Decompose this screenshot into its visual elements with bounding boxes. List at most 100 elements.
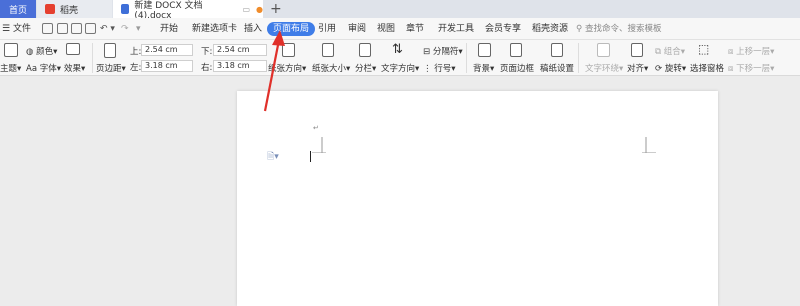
menu-chapter[interactable]: 章节	[406, 18, 424, 40]
theme-button[interactable]: 主题▾	[0, 62, 21, 74]
paragraph-mark-icon: ↵	[313, 124, 319, 132]
command-search[interactable]: ⚲ 查找命令、搜索模板	[576, 22, 661, 36]
line-numbers-button[interactable]: ⋮ 行号▾	[423, 62, 456, 74]
align-label: 对齐	[627, 64, 645, 74]
menu-start[interactable]: 开始	[160, 18, 178, 40]
menu-new-tab[interactable]: 新建选项卡	[192, 18, 237, 40]
margins-label: 页边距	[96, 64, 122, 74]
wrap-text-icon	[597, 43, 610, 57]
hamburger-icon: ☰	[2, 24, 11, 34]
background-icon[interactable]	[478, 43, 491, 57]
search-icon: ⚲	[576, 24, 583, 34]
top-margin-input[interactable]: 2.54 cm	[141, 44, 193, 56]
wrap-text-label: 文字环绕	[585, 64, 620, 74]
selection-pane-button[interactable]: 选择窗格	[690, 62, 724, 74]
file-menu-label: 文件	[12, 24, 31, 34]
columns-icon[interactable]	[359, 43, 371, 57]
word-doc-icon	[121, 4, 130, 14]
align-button[interactable]: 对齐▾	[627, 62, 648, 74]
separator-button[interactable]: ⊟ 分隔符▾	[423, 45, 463, 57]
text-direction-icon[interactable]: ⇅	[392, 42, 403, 57]
group-button[interactable]: ⧉ 组合▾	[655, 45, 685, 57]
tab-daoke[interactable]: 稻壳	[37, 0, 112, 18]
print-icon[interactable]	[71, 23, 82, 34]
font-button[interactable]: Aa 字体▾	[26, 62, 61, 74]
text-direction-button[interactable]: 文字方向▾	[381, 62, 419, 74]
tab-home[interactable]: 首页	[0, 0, 36, 18]
customize-quick-access-icon[interactable]: ▾	[136, 18, 141, 40]
grid-paper-icon[interactable]	[551, 43, 563, 57]
color-button[interactable]: ◍ 颜色▾	[26, 45, 57, 57]
page-border-button[interactable]: 页面边框	[500, 62, 534, 74]
background-button[interactable]: 背景▾	[473, 62, 494, 74]
paper-size-button[interactable]: 纸张大小▾	[312, 62, 350, 74]
top-right-margin-mark	[642, 137, 656, 153]
rotate-label: 旋转	[664, 64, 682, 74]
effect-icon[interactable]	[66, 43, 80, 55]
line-numbers-icon: ⋮	[423, 64, 432, 74]
right-margin-input[interactable]: 3.18 cm	[213, 60, 267, 72]
send-backward-icon: ⧈	[728, 64, 734, 74]
paper-size-label: 纸张大小	[312, 64, 347, 74]
effect-button[interactable]: 效果▾	[64, 62, 85, 74]
separator-label: 分隔符	[432, 47, 459, 57]
theme-icon[interactable]	[4, 43, 18, 57]
tab-home-label: 首页	[8, 5, 27, 16]
menu-insert[interactable]: 插入	[244, 18, 262, 40]
tab-document[interactable]: 新建 DOCX 文档 (4).docx ▭ ●	[113, 0, 263, 21]
color-label: 颜色	[36, 47, 54, 57]
margins-button[interactable]: 页边距▾	[96, 62, 126, 74]
margins-icon[interactable]	[104, 43, 116, 58]
send-backward-button[interactable]: ⧈ 下移一层▾	[728, 62, 774, 74]
menu-page-layout[interactable]: 页面布局	[267, 22, 316, 36]
command-search-placeholder: 查找命令、搜索模板	[584, 24, 662, 34]
tab-daoke-label: 稻壳	[60, 5, 79, 16]
paste-options-icon[interactable]: 🗎▾	[267, 149, 279, 165]
menu-member[interactable]: 会员专享	[485, 18, 521, 40]
undo-button[interactable]: ↶ ▾	[100, 18, 115, 40]
top-left-margin-mark	[312, 137, 326, 153]
top-margin-label: 上:	[130, 47, 142, 57]
daoke-logo-icon	[45, 4, 55, 14]
menu-view[interactable]: 视图	[377, 18, 395, 40]
palette-icon: ◍	[26, 47, 34, 57]
new-tab-button[interactable]: +	[270, 1, 282, 17]
align-icon[interactable]	[631, 43, 643, 57]
export-pdf-icon[interactable]	[57, 23, 68, 34]
cloud-sync-icon[interactable]: ▭	[242, 5, 250, 14]
selection-pane-icon[interactable]: ⬚	[698, 42, 709, 56]
ribbon-divider	[578, 43, 579, 73]
right-margin-label: 右:	[201, 63, 213, 73]
paper-size-icon[interactable]	[322, 43, 334, 57]
menu-references[interactable]: 引用	[318, 18, 336, 40]
ribbon-divider	[466, 43, 467, 73]
redo-button[interactable]: ↷	[121, 18, 129, 40]
orientation-icon[interactable]	[282, 43, 295, 57]
rotate-button[interactable]: ⟳ 旋转▾	[655, 62, 686, 74]
menu-review[interactable]: 审阅	[348, 18, 366, 40]
menu-developer[interactable]: 开发工具	[438, 18, 474, 40]
ribbon-divider	[92, 43, 93, 73]
group-icon: ⧉	[655, 47, 662, 57]
columns-button[interactable]: 分栏▾	[355, 62, 376, 74]
page-border-icon[interactable]	[510, 43, 522, 57]
send-backward-label: 下移一层	[736, 64, 771, 74]
file-menu[interactable]: ☰ 文件	[2, 18, 31, 40]
background-label: 背景	[473, 64, 491, 74]
orientation-button[interactable]: 纸张方向▾	[268, 62, 306, 74]
menu-bar: ☰ 文件 ↶ ▾ ↷ ▾ 开始 新建选项卡 插入 页面布局 引用 审阅 视图 章…	[0, 18, 800, 40]
save-icon[interactable]	[42, 23, 53, 34]
bring-forward-label: 上移一层	[736, 47, 771, 57]
wrap-text-button[interactable]: 文字环绕▾	[585, 62, 623, 74]
grid-paper-button[interactable]: 稿纸设置	[540, 62, 574, 74]
print-preview-icon[interactable]	[85, 23, 96, 34]
bring-forward-button[interactable]: ⧈ 上移一层▾	[728, 45, 774, 57]
document-page[interactable]: ↵ 🗎▾	[237, 91, 718, 306]
left-margin-label: 左:	[130, 63, 142, 73]
separator-icon: ⊟	[423, 47, 431, 57]
left-margin-input[interactable]: 3.18 cm	[141, 60, 193, 72]
menu-daoke-resources[interactable]: 稻壳资源	[532, 18, 568, 40]
tab-bar: 首页 稻壳 新建 DOCX 文档 (4).docx ▭ ● +	[0, 0, 800, 21]
bottom-margin-input[interactable]: 2.54 cm	[213, 44, 267, 56]
text-direction-label: 文字方向	[381, 64, 416, 74]
